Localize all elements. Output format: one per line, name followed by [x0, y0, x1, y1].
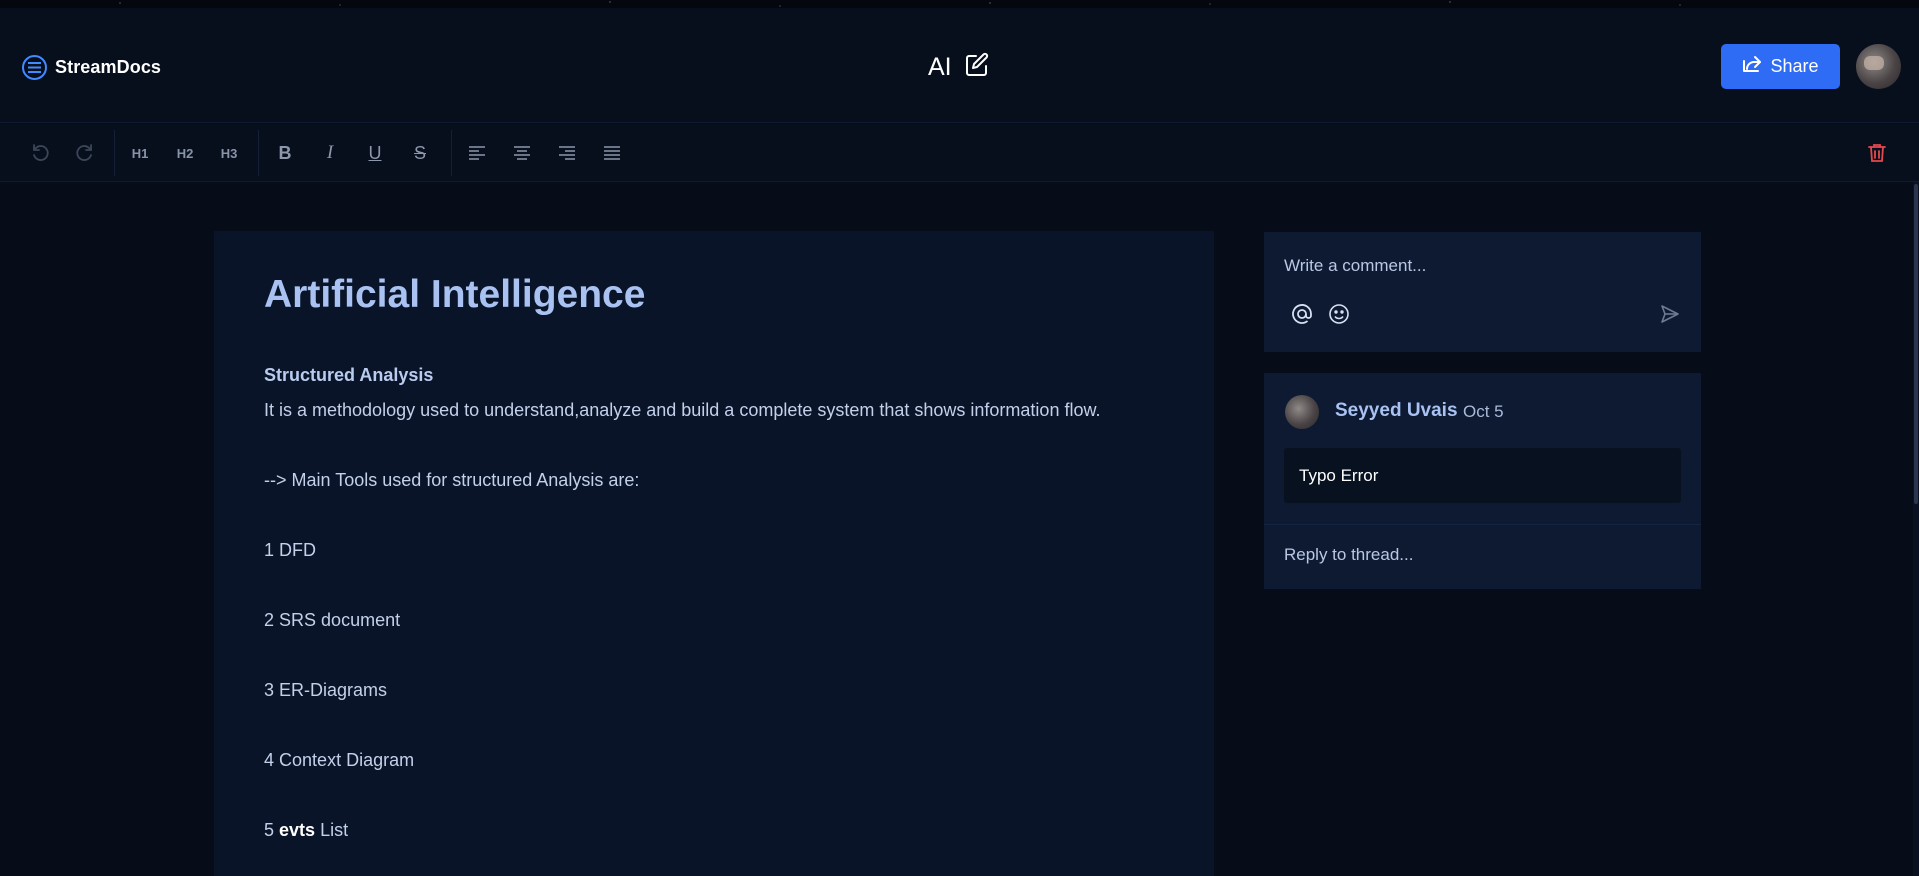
list-item-number: 3 — [264, 680, 275, 700]
list-item[interactable]: 2 SRS document — [264, 610, 400, 631]
brand[interactable]: StreamDocs — [22, 55, 161, 80]
edit-title-icon[interactable] — [964, 52, 990, 83]
list-item[interactable]: 5 evts List — [264, 820, 348, 841]
emoji-icon[interactable] — [1327, 302, 1351, 326]
comment-date: Oct 5 — [1463, 402, 1504, 421]
send-icon[interactable] — [1658, 302, 1682, 326]
list-item-bold-text: evts — [279, 820, 316, 840]
list-item-number: 1 — [264, 540, 275, 560]
comment-author: Seyyed Uvais — [1335, 400, 1458, 421]
avatar — [1285, 395, 1319, 429]
list-item-text: ER-Diagrams — [279, 680, 388, 700]
list-item-number: 4 — [264, 750, 275, 770]
comment-composer: Write a comment... — [1264, 232, 1701, 352]
delete-document-icon[interactable] — [1861, 140, 1893, 166]
underline-button[interactable]: U — [359, 140, 391, 166]
share-button[interactable]: Share — [1721, 44, 1840, 89]
list-item-text: List — [320, 820, 349, 840]
toolbar-divider — [451, 130, 452, 176]
paragraph[interactable]: --> Main Tools used for structured Analy… — [264, 470, 639, 491]
bold-button[interactable]: B — [269, 140, 301, 166]
doc-title: AI — [928, 53, 952, 81]
list-item[interactable]: 3 ER-Diagrams — [264, 680, 387, 701]
list-item[interactable]: 4 Context Diagram — [264, 750, 414, 771]
brand-name: StreamDocs — [55, 57, 162, 77]
comment-thread: Seyyed Uvais Oct 5 Typo Error Reply to t… — [1264, 373, 1701, 589]
undo-icon[interactable] — [24, 140, 56, 166]
app-window: StreamDocs AI Share H1 H2 H3 B I U S Art… — [0, 0, 1919, 876]
align-center-icon[interactable] — [506, 140, 538, 166]
comment-text: Typo Error — [1299, 466, 1379, 485]
list-item[interactable]: 1 DFD — [264, 540, 316, 561]
list-item-text: SRS document — [279, 610, 401, 630]
share-icon — [1742, 55, 1762, 78]
section-heading[interactable]: Structured Analysis — [264, 365, 433, 386]
streamdocs-logo-icon — [22, 55, 47, 80]
background-strip — [0, 0, 1919, 8]
document-editor[interactable]: Artificial Intelligence Structured Analy… — [214, 231, 1214, 876]
reply-input[interactable]: Reply to thread... — [1284, 545, 1413, 565]
divider — [1264, 524, 1701, 525]
list-item-number: 2 — [264, 610, 275, 630]
heading1-button[interactable]: H1 — [124, 140, 156, 166]
share-label: Share — [1770, 56, 1819, 76]
comment-input[interactable]: Write a comment... — [1284, 256, 1426, 276]
strikethrough-button[interactable]: S — [404, 140, 436, 166]
list-item-text: DFD — [279, 540, 317, 560]
header: StreamDocs AI Share — [0, 8, 1919, 123]
heading3-button[interactable]: H3 — [213, 140, 245, 166]
toolbar-divider — [114, 130, 115, 176]
user-avatar[interactable] — [1856, 44, 1901, 89]
doc-title-area: AI — [928, 52, 990, 83]
formatting-toolbar: H1 H2 H3 B I U S — [0, 124, 1919, 182]
mention-icon[interactable] — [1290, 302, 1314, 326]
italic-button[interactable]: I — [314, 140, 346, 166]
list-item-text: Context Diagram — [279, 750, 415, 770]
scrollbar-thumb[interactable] — [1914, 184, 1918, 504]
align-justify-icon[interactable] — [596, 140, 628, 166]
document-title[interactable]: Artificial Intelligence — [264, 273, 645, 317]
toolbar-divider — [258, 130, 259, 176]
list-item-number: 5 — [264, 820, 275, 840]
redo-icon[interactable] — [69, 140, 101, 166]
comment-message: Typo Error — [1284, 448, 1681, 503]
heading2-button[interactable]: H2 — [169, 140, 201, 166]
paragraph[interactable]: It is a methodology used to understand,a… — [264, 400, 1100, 421]
align-left-icon[interactable] — [461, 140, 493, 166]
align-right-icon[interactable] — [551, 140, 583, 166]
